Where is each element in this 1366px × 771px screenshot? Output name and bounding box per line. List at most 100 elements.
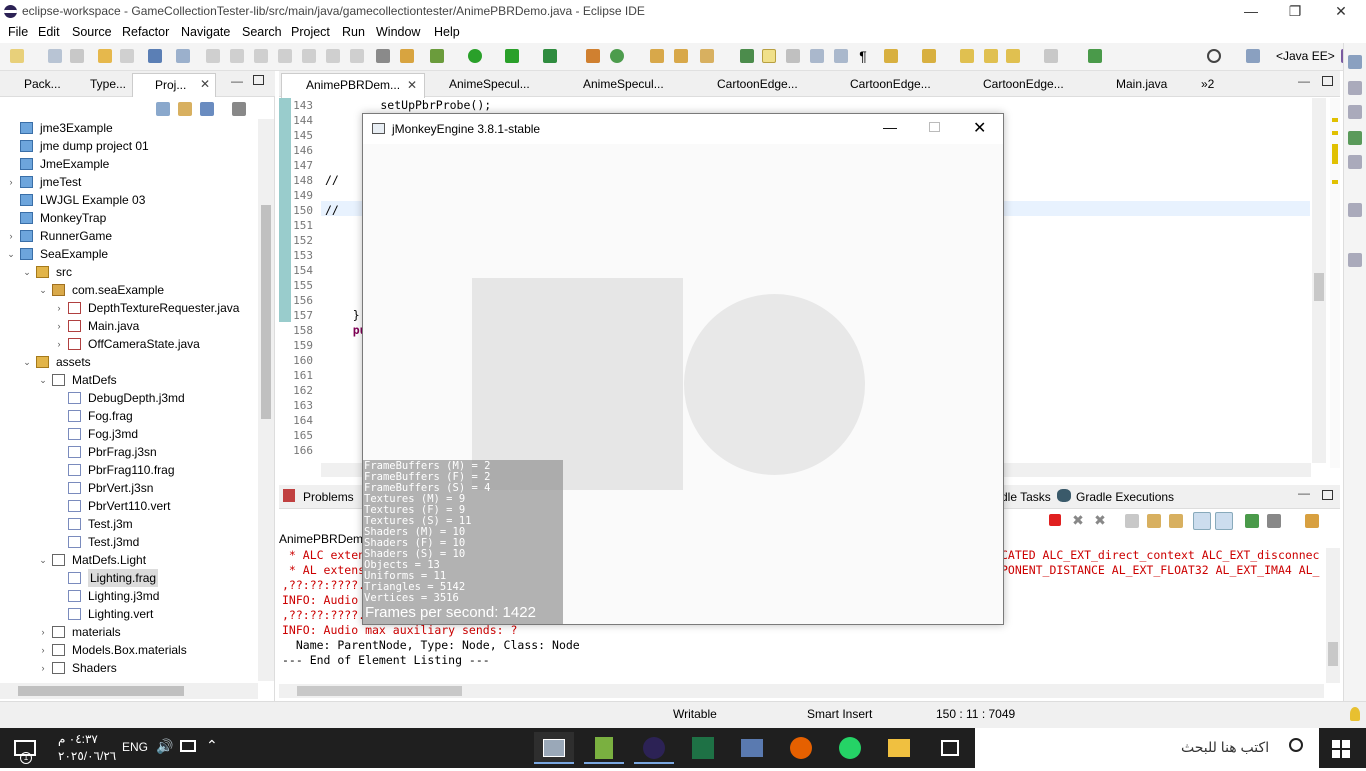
tree-item[interactable]: Fog.j3md [0,425,258,443]
tree-item[interactable]: PbrFrag.j3sn [0,443,258,461]
resume-icon[interactable] [206,49,220,63]
display-console-icon[interactable] [1267,514,1281,528]
taskbar-remote-desktop[interactable] [732,732,772,764]
taskbar-eclipse[interactable] [634,732,674,764]
run-coverage-icon[interactable] [505,49,519,63]
taskbar-task-view[interactable] [930,732,970,764]
filter-icon[interactable] [200,102,214,116]
minimize-button[interactable]: — [1228,0,1274,23]
tree-item[interactable]: › Main.java [0,317,258,335]
menu-source[interactable]: Source [72,25,112,39]
code-line[interactable]: pu [325,323,367,337]
terminate-icon[interactable] [254,49,268,63]
editor-scroll-thumb[interactable] [1314,273,1324,301]
mark-occurrences-icon[interactable] [762,49,776,63]
expand-arrow-icon[interactable]: › [6,227,16,245]
tree-item[interactable]: ⌄ SeaExample [0,245,258,263]
menu-project[interactable]: Project [291,25,330,39]
editor-tab[interactable]: CartoonEdge... [983,77,1064,91]
show-stdout-icon[interactable] [1193,512,1211,530]
tree-item[interactable]: JmeExample [0,155,258,173]
show-stderr-icon[interactable] [1215,512,1233,530]
show-hidden-icons-icon[interactable]: ⌃ [206,737,218,754]
clock-date[interactable]: ٢٠٢٥/٠٦/٢٦ [58,749,116,763]
open-task-icon[interactable] [674,49,688,63]
editor-tab[interactable]: Main.java [1116,77,1167,91]
step-over-icon[interactable] [326,49,340,63]
expand-arrow-icon[interactable]: › [6,173,16,191]
editor-tab[interactable]: AnimeSpecul... [449,77,530,91]
prev-annotation-icon[interactable] [922,49,936,63]
collapse-arrow-icon[interactable]: ⌄ [22,353,32,371]
tree-item[interactable]: ⌄ com.seaExample [0,281,258,299]
forward-icon[interactable] [1044,49,1058,63]
collapse-arrow-icon[interactable]: ⌄ [38,551,48,569]
language-indicator[interactable]: ENG [122,740,148,754]
code-line[interactable]: // [325,203,339,217]
search-icon[interactable] [1207,49,1221,63]
menu-run[interactable]: Run [342,25,365,39]
clear-console-icon[interactable] [1125,514,1139,528]
tab-package-explorer[interactable]: Pack... [24,77,61,91]
tree-item[interactable]: DebugDepth.j3md [0,389,258,407]
scroll-lock-icon[interactable] [1147,514,1161,528]
menu-file[interactable]: File [8,25,28,39]
back-icon[interactable] [1006,49,1020,63]
terminate-console-icon[interactable] [1049,514,1061,526]
servers-icon[interactable] [1348,131,1362,145]
close-tab-icon[interactable]: ✕ [200,77,210,91]
taskbar-firefox[interactable] [781,732,821,764]
last-edit-icon[interactable] [960,49,974,63]
tree-item[interactable]: › DepthTextureRequester.java [0,299,258,317]
console-vertical-scrollbar[interactable] [1326,548,1340,683]
tree-item[interactable]: LWJGL Example 03 [0,191,258,209]
tree-item[interactable]: jme3Example [0,119,258,137]
tree-item[interactable]: ⌄ MatDefs.Light [0,551,258,569]
code-line[interactable]: // [325,173,339,187]
remove-launch-icon[interactable]: ✖ [1071,513,1085,528]
volume-icon[interactable]: 🔊 [156,738,173,755]
tree-item[interactable]: Fog.frag [0,407,258,425]
expand-arrow-icon[interactable]: › [38,659,48,677]
editor-vertical-scrollbar[interactable] [1312,98,1326,463]
tab-problems[interactable]: Problems [303,490,354,504]
taskbar-search-box[interactable]: اكتب هنا للبحث [975,728,1319,768]
tree-item[interactable]: › jmeTest [0,173,258,191]
pilcrow-icon[interactable]: ¶ [856,49,870,63]
restore-button[interactable]: ❐ [1272,0,1318,23]
tab-gradle-executions[interactable]: Gradle Executions [1076,490,1174,504]
tree-item[interactable]: Lighting.frag [0,569,258,587]
taskbar-jme-app[interactable] [534,732,574,764]
expand-arrow-icon[interactable]: › [54,335,64,353]
new-icon[interactable] [10,49,24,63]
pin-editor-icon[interactable] [1088,49,1102,63]
tree-item[interactable]: › OffCameraState.java [0,335,258,353]
restore-view-icon[interactable] [1348,55,1362,69]
tree-item[interactable]: MonkeyTrap [0,209,258,227]
tip-lightbulb-icon[interactable] [1350,707,1360,721]
save-icon[interactable] [48,49,62,63]
maximize-view-icon[interactable] [253,75,264,85]
tree-item[interactable]: › materials [0,623,258,641]
more-tabs-chevron[interactable]: »2 [1201,77,1214,91]
clock-time[interactable]: ٠٤:٣٧ م [58,732,98,746]
word-wrap-icon[interactable] [1169,514,1183,528]
skip-breakpoints-icon[interactable] [176,49,190,63]
tree-item[interactable]: jme dump project 01 [0,137,258,155]
open-type-icon[interactable] [650,49,664,63]
close-button[interactable]: ✕ [1318,0,1364,23]
taskbar-file-explorer[interactable] [879,732,919,764]
collapse-arrow-icon[interactable]: ⌄ [6,245,16,263]
remove-all-icon[interactable]: ✖ [1093,513,1107,528]
search-tool-icon[interactable] [700,49,714,63]
debug-icon[interactable] [430,49,444,63]
jme-maximize-button[interactable] [929,122,940,132]
show-source-icon[interactable] [834,49,848,63]
taskbar-whatsapp[interactable] [830,732,870,764]
editor-tab[interactable]: CartoonEdge... [850,77,931,91]
menu-help[interactable]: Help [434,25,460,39]
tree-item[interactable]: Test.j3md [0,533,258,551]
expand-arrow-icon[interactable]: › [38,623,48,641]
console-h-scroll-thumb[interactable] [297,686,462,696]
jme-minimize-button[interactable]: — [883,119,897,135]
